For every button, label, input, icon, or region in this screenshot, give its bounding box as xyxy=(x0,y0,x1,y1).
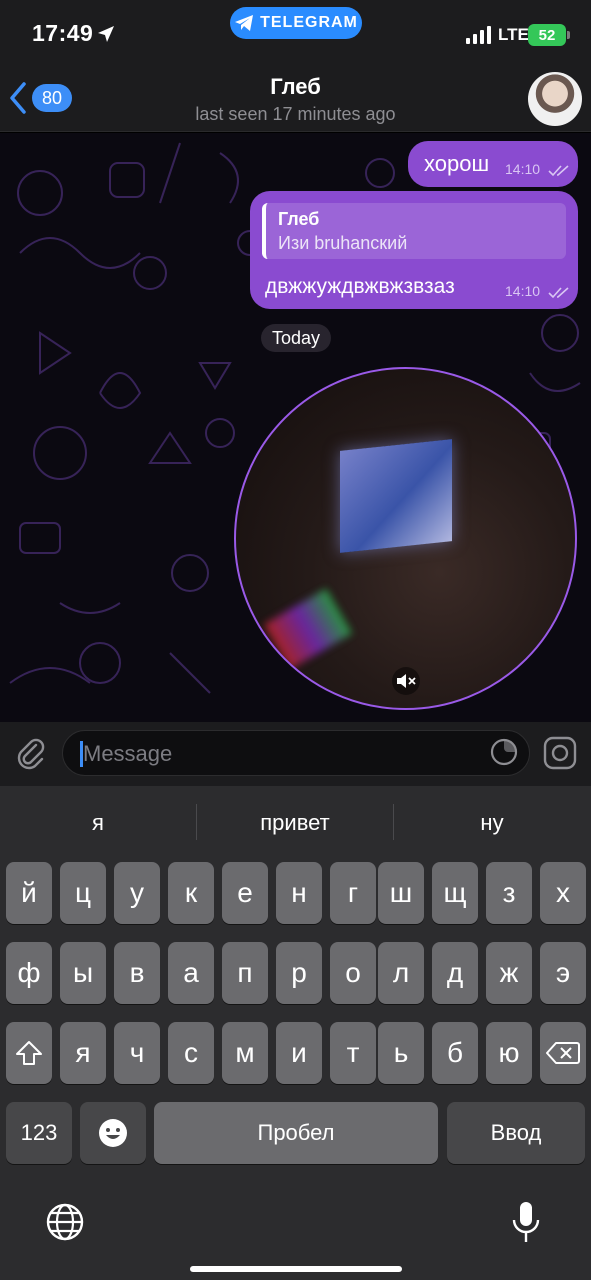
chat-header: 80 Глеб last seen 17 minutes ago xyxy=(0,60,591,132)
message-time: 14:10 xyxy=(505,161,541,177)
home-indicator xyxy=(190,1266,402,1272)
double-check-icon xyxy=(548,165,569,177)
key[interactable]: е xyxy=(222,862,268,924)
key[interactable]: х xyxy=(540,862,586,924)
reply-quote[interactable]: Глеб Изи bruhanский xyxy=(262,203,566,259)
avatar[interactable] xyxy=(528,72,582,126)
chat-area[interactable]: хорош 14:10 Глеб Изи bruhanский двжжуждв… xyxy=(0,133,591,722)
suggestion-1[interactable]: я xyxy=(0,810,196,836)
key[interactable]: ф xyxy=(6,942,52,1004)
sticker-icon[interactable] xyxy=(490,738,518,766)
key[interactable]: ц xyxy=(60,862,106,924)
key[interactable]: р xyxy=(276,942,322,1004)
double-check-icon xyxy=(540,691,561,703)
shift-key[interactable] xyxy=(6,1022,52,1084)
date-separator: Today xyxy=(261,324,331,352)
key[interactable]: т xyxy=(330,1022,376,1084)
double-check-icon xyxy=(548,287,569,299)
reply-text: Изи bruhanский xyxy=(278,233,408,253)
key[interactable]: ы xyxy=(60,942,106,1004)
key[interactable]: ш xyxy=(378,862,424,924)
space-key[interactable]: Пробел xyxy=(154,1102,438,1164)
key[interactable]: щ xyxy=(432,862,478,924)
outgoing-message[interactable]: хорош 14:10 xyxy=(408,141,578,187)
key[interactable]: л xyxy=(378,942,424,1004)
key[interactable]: к xyxy=(168,862,214,924)
key[interactable]: б xyxy=(432,1022,478,1084)
telegram-plane-icon xyxy=(235,15,254,31)
battery-icon: 52 xyxy=(528,24,566,46)
globe-icon[interactable] xyxy=(45,1202,85,1242)
key[interactable]: ь xyxy=(378,1022,424,1084)
key[interactable]: д xyxy=(432,942,478,1004)
message-placeholder: Message xyxy=(83,741,173,766)
key[interactable]: я xyxy=(60,1022,106,1084)
suggestion-3[interactable]: ну xyxy=(394,810,590,836)
battery-tip xyxy=(567,31,570,39)
message-text: двжжуждвжвжзвзаз xyxy=(265,275,455,298)
reply-author: Глеб xyxy=(278,209,320,229)
status-time: 17:49 xyxy=(32,20,94,46)
video-frame-monitor xyxy=(340,439,452,553)
key[interactable]: и xyxy=(276,1022,322,1084)
paperclip-icon[interactable] xyxy=(14,736,48,770)
key[interactable]: н xyxy=(276,862,322,924)
backspace-key[interactable] xyxy=(540,1022,586,1084)
microphone-icon[interactable] xyxy=(510,1200,542,1244)
video-time: 03:12 xyxy=(494,687,532,704)
key[interactable]: ю xyxy=(486,1022,532,1084)
chat-title[interactable]: Глеб xyxy=(0,74,591,100)
suggestion-bar: я привет ну xyxy=(0,786,591,860)
video-message-camera-icon[interactable] xyxy=(543,736,577,770)
backspace-icon xyxy=(546,1042,580,1064)
message-input[interactable]: Message xyxy=(62,730,530,776)
chat-last-seen: last seen 17 minutes ago xyxy=(195,104,396,124)
status-bar: 17:49 TELEGRAM LTE 52 xyxy=(0,0,591,60)
message-text: хорош xyxy=(424,151,490,176)
key[interactable]: о xyxy=(330,942,376,1004)
key[interactable]: ч xyxy=(114,1022,160,1084)
key[interactable]: г xyxy=(330,862,376,924)
numbers-key[interactable]: 123 xyxy=(6,1102,72,1164)
speaker-muted-icon xyxy=(397,674,416,688)
key[interactable]: э xyxy=(540,942,586,1004)
emoji-key[interactable] xyxy=(80,1102,146,1164)
return-key[interactable]: Ввод xyxy=(447,1102,585,1164)
suggestion-2[interactable]: привет xyxy=(197,810,393,836)
signal-icon xyxy=(466,26,491,44)
key[interactable]: п xyxy=(222,942,268,1004)
key[interactable]: а xyxy=(168,942,214,1004)
shift-arrow-icon xyxy=(16,1041,42,1065)
mute-button[interactable] xyxy=(392,667,420,695)
key[interactable]: в xyxy=(114,942,160,1004)
key[interactable]: у xyxy=(114,862,160,924)
video-message[interactable]: 0:08 03:12 xyxy=(234,367,577,710)
key[interactable]: м xyxy=(222,1022,268,1084)
key[interactable]: й xyxy=(6,862,52,924)
emoji-icon xyxy=(99,1119,127,1147)
message-time: 14:10 xyxy=(505,283,541,299)
network-type: LTE xyxy=(498,25,529,44)
key[interactable]: з xyxy=(486,862,532,924)
key[interactable]: с xyxy=(168,1022,214,1084)
telegram-pill-label: TELEGRAM xyxy=(260,14,358,31)
keyboard: я привет ну й ц у к е н г ш щ з х ф ы в … xyxy=(0,786,591,1280)
location-arrow-icon xyxy=(98,26,114,42)
outgoing-reply-message[interactable]: Глеб Изи bruhanский двжжуждвжвжзвзаз 14:… xyxy=(250,191,578,309)
battery-level: 52 xyxy=(538,26,556,44)
video-elapsed: 0:08 xyxy=(284,687,314,704)
key[interactable]: ж xyxy=(486,942,532,1004)
telegram-pill[interactable]: TELEGRAM xyxy=(230,7,362,39)
